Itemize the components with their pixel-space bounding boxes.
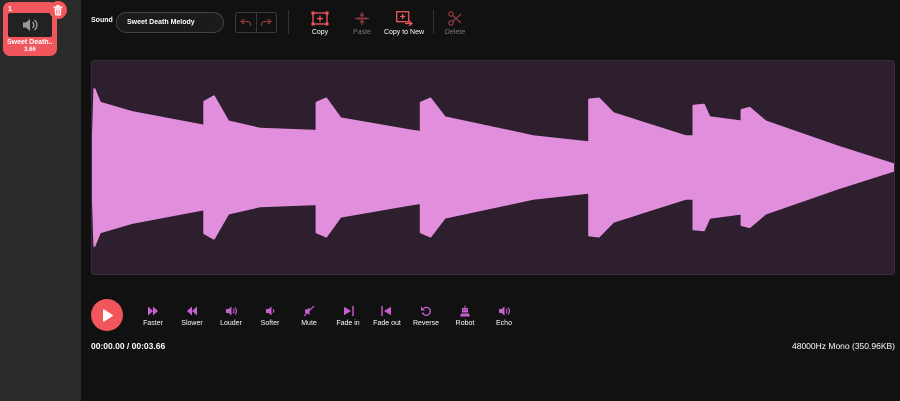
copy-button[interactable]: Copy (296, 10, 344, 36)
effect-echo-button[interactable]: Echo (484, 305, 524, 327)
copy-selection-icon (311, 11, 329, 25)
sound-info: 48000Hz Mono (350.96KB) (791, 341, 895, 351)
mute-icon (303, 305, 315, 317)
delete-label: Delete (444, 29, 466, 36)
speaker-icon (23, 19, 38, 31)
sound-name-label: Sound (91, 17, 113, 24)
louder-icon (226, 306, 237, 316)
redo-button[interactable] (255, 13, 277, 32)
effect-label: Faster (143, 320, 163, 327)
paste-label: Paste (353, 29, 371, 36)
echo-icon (499, 306, 510, 316)
faster-icon (148, 306, 158, 316)
effect-slower-button[interactable]: Slower (172, 305, 212, 327)
play-button[interactable] (91, 299, 123, 331)
copy-label: Copy (311, 29, 329, 36)
effect-reverse-button[interactable]: Reverse (406, 305, 446, 327)
effect-label: Slower (181, 320, 203, 327)
effect-label: Mute (301, 320, 317, 327)
effect-faster-button[interactable]: Faster (133, 305, 173, 327)
effect-label: Robot (455, 320, 475, 327)
delete-sound-button[interactable] (49, 1, 67, 19)
sprite-sidebar: 1 Sweet Death... 3.66 (0, 0, 81, 401)
copy-to-new-button[interactable]: Copy to New (380, 10, 428, 36)
scissors-icon (448, 10, 462, 26)
effect-fade-out-button[interactable]: Fade out (367, 305, 407, 327)
redo-icon (261, 18, 273, 26)
effect-label: Fade in (336, 320, 360, 327)
playback-time: 00:00.00 / 00:03.66 (91, 341, 166, 351)
sound-thumbnail (8, 13, 52, 37)
sound-tile-selected[interactable]: 1 Sweet Death... 3.66 (5, 1, 67, 54)
paste-button[interactable]: Paste (338, 10, 386, 36)
waveform-canvas[interactable] (91, 60, 895, 275)
play-icon (102, 308, 113, 322)
robot-icon (460, 305, 470, 317)
delete-button[interactable]: Delete (431, 10, 479, 36)
effect-label: Reverse (412, 320, 440, 327)
effect-label: Softer (260, 320, 280, 327)
copy-to-new-label: Copy to New (383, 29, 425, 36)
effect-label: Louder (220, 320, 242, 327)
undo-redo-group (235, 12, 277, 33)
effect-softer-button[interactable]: Softer (250, 305, 290, 327)
toolbar-divider (288, 10, 289, 34)
effect-mute-button[interactable]: Mute (289, 305, 329, 327)
fade-out-icon (381, 306, 391, 316)
paste-icon (355, 11, 369, 25)
effect-label: Fade out (373, 320, 401, 327)
trash-icon (53, 4, 63, 15)
sound-number: 1 (8, 6, 12, 13)
waveform-plot (92, 88, 894, 247)
sound-tile-name: Sweet Death... (7, 39, 53, 46)
softer-icon (266, 306, 275, 316)
sound-name-input[interactable] (116, 12, 224, 33)
fade-in-icon (344, 306, 354, 316)
copy-to-new-icon (395, 10, 413, 26)
slower-icon (187, 306, 197, 316)
effect-label: Echo (496, 320, 512, 327)
undo-button[interactable] (236, 13, 256, 32)
sound-tile-duration: 3.66 (24, 47, 36, 53)
effect-robot-button[interactable]: Robot (445, 305, 485, 327)
effect-fade-in-button[interactable]: Fade in (328, 305, 368, 327)
waveform-shape (92, 88, 894, 247)
reverse-icon (421, 306, 431, 316)
undo-icon (239, 18, 251, 26)
effect-louder-button[interactable]: Louder (211, 305, 251, 327)
